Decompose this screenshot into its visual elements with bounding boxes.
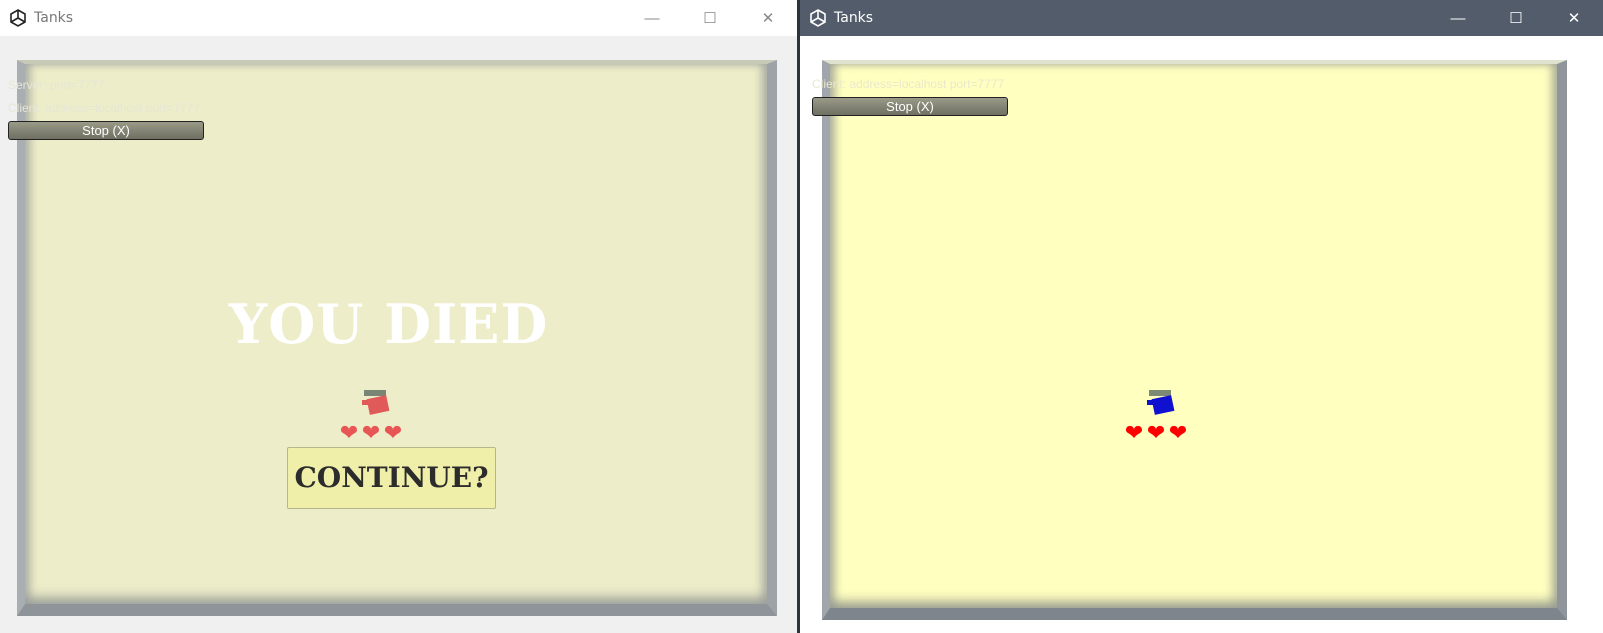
unity-logo-icon	[8, 8, 28, 28]
title-bar[interactable]: Tanks — ☐ ✕	[800, 0, 1603, 36]
arena	[822, 60, 1567, 620]
stop-button[interactable]: Stop (X)	[8, 121, 204, 140]
heart-icon: ❤	[339, 420, 359, 445]
close-icon[interactable]: ✕	[739, 0, 797, 36]
heart-icon: ❤	[1146, 420, 1166, 445]
continue-button[interactable]: CONTINUE?	[287, 447, 496, 509]
heart-icon: ❤	[1124, 420, 1144, 445]
close-icon[interactable]: ✕	[1545, 0, 1603, 36]
server-status: Server: port=7777	[8, 78, 105, 92]
heart-icon: ❤	[383, 420, 403, 445]
unity-logo-icon	[808, 8, 828, 28]
minimize-icon[interactable]: —	[1429, 0, 1487, 36]
title-bar[interactable]: Tanks — ☐ ✕	[0, 0, 797, 36]
game-view: Client: address=localhost port=7777 Stop…	[800, 36, 1603, 633]
player-tank	[1145, 388, 1179, 418]
heart-icon: ❤	[1168, 420, 1188, 445]
stop-button[interactable]: Stop (X)	[812, 97, 1008, 116]
maximize-icon[interactable]: ☐	[1487, 0, 1545, 36]
client-window: Tanks — ☐ ✕ Client: address=localhost po…	[800, 0, 1603, 633]
minimize-icon[interactable]: —	[623, 0, 681, 36]
client-status: Client: address=localhost port=7777	[812, 77, 1005, 91]
player-tank	[360, 388, 394, 418]
maximize-icon[interactable]: ☐	[681, 0, 739, 36]
client-status: Client: address=localhost port=7777	[8, 101, 201, 115]
health-hearts: ❤ ❤ ❤	[1123, 422, 1189, 444]
window-title: Tanks	[34, 10, 74, 26]
server-window: Tanks — ☐ ✕ Server: port=7777 Client: ad…	[0, 0, 797, 633]
health-hearts: ❤ ❤ ❤	[338, 422, 404, 444]
game-view: Server: port=7777 Client: address=localh…	[0, 36, 797, 633]
heart-icon: ❤	[361, 420, 381, 445]
you-died-text: YOU DIED	[228, 292, 549, 356]
window-title: Tanks	[834, 10, 874, 26]
